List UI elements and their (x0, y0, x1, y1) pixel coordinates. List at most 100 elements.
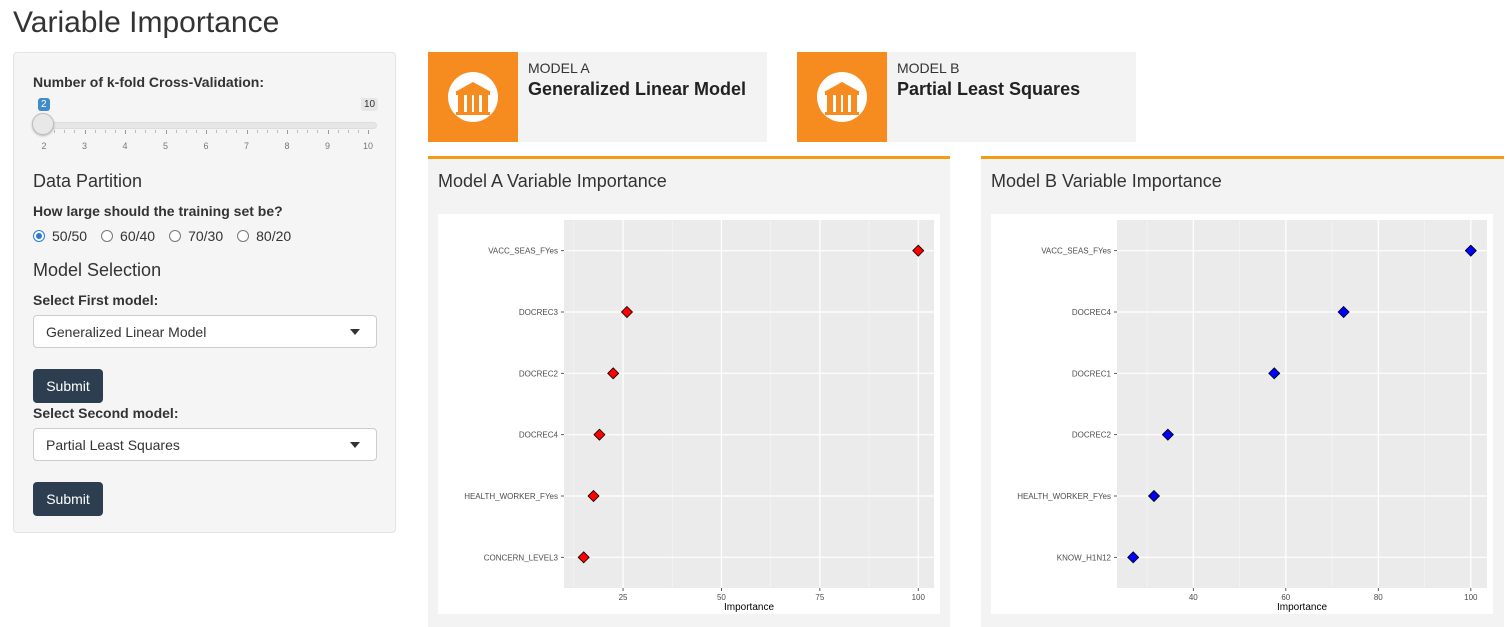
model-a-importance-panel: Model A Variable Importance VACC_SEAS_FY… (428, 156, 950, 627)
x-tick-label: 25 (619, 593, 628, 602)
x-tick-label: 50 (717, 593, 726, 602)
slider-tick (368, 130, 369, 134)
second-model-select[interactable]: Partial Least Squares (33, 428, 377, 461)
y-tick-label: KNOW_H1N12 (1057, 553, 1112, 562)
x-tick-label: 80 (1374, 593, 1383, 602)
slider-tick (165, 130, 167, 134)
y-tick-label: DOCREC4 (519, 431, 559, 440)
submit-first-model-button[interactable]: Submit (33, 369, 103, 403)
slider-tick-label: 10 (362, 141, 374, 151)
model-b-plot-area: VACC_SEAS_FYes DOCREC4 DOCREC1 DOCREC2 HEALT… (991, 214, 1493, 614)
slider-tick-label: 6 (203, 141, 209, 151)
kfold-slider-handle[interactable] (32, 113, 54, 135)
model-b-icon-box (797, 52, 887, 142)
slider-tick (327, 130, 329, 134)
model-selection-heading: Model Selection (33, 260, 162, 280)
slider-value-badge: 2 (38, 98, 50, 111)
slider-minor-tick (104, 130, 106, 133)
x-tick-label: 40 (1189, 593, 1198, 602)
chevron-down-icon (350, 442, 360, 448)
x-axis-label: Importance (724, 602, 774, 613)
model-b-importance-panel: Model B Variable Importance VACC_SEAS_FY… (981, 156, 1504, 627)
model-b-value: Partial Least Squares (897, 79, 1081, 99)
slider-tick-label: 8 (284, 141, 290, 151)
slider-minor-tick (347, 130, 349, 133)
slider-tick-label: 2 (41, 141, 47, 151)
radio-option-80-20[interactable]: 80/20 (237, 228, 291, 244)
slider-minor-tick (276, 130, 278, 133)
kfold-label: Number of k-fold Cross-Validation: (33, 74, 265, 90)
model-b-panel-title: Model B Variable Importance (991, 171, 1222, 191)
radio-label: 80/20 (256, 228, 292, 244)
model-b-infobox: MODEL B Partial Least Squares (797, 52, 1136, 142)
slider-minor-tick (337, 130, 339, 133)
radio-button[interactable] (169, 230, 182, 242)
slider-tick (125, 130, 126, 134)
radio-button[interactable] (33, 230, 45, 242)
radio-label: 50/50 (52, 228, 88, 244)
y-tick-label: VACC_SEAS_FYes (1041, 247, 1111, 256)
y-tick-label: DOCREC2 (1072, 431, 1112, 440)
x-tick-label: 75 (815, 593, 824, 602)
model-b-title: MODEL B (897, 60, 960, 76)
slider-minor-tick (114, 130, 116, 133)
slider-minor-tick (216, 130, 218, 133)
y-tick-label: HEALTH_WORKER_FYes (464, 492, 558, 501)
model-a-infobox: MODEL A Generalized Linear Model (428, 52, 767, 142)
slider-minor-tick (226, 130, 228, 133)
slider-minor-tick (135, 130, 137, 133)
model-a-icon-box (428, 52, 518, 142)
radio-label: 70/30 (188, 228, 224, 244)
slider-tick (287, 130, 288, 134)
radio-button[interactable] (237, 230, 250, 242)
slider-tick (206, 130, 207, 134)
slider-minor-tick (74, 130, 76, 133)
y-tick-label: VACC_SEAS_FYes (488, 247, 558, 256)
first-model-select[interactable]: Generalized Linear Model (33, 315, 377, 348)
second-model-label: Select Second model: (33, 405, 179, 421)
model-a-importance-chart: VACC_SEAS_FYes DOCREC3 DOCREC2 DOCREC4 HEALT… (464, 220, 934, 613)
page-title: Variable Importance (13, 6, 280, 39)
radio-label: 60/40 (120, 228, 156, 244)
model-a-value: Generalized Linear Model (528, 79, 747, 99)
first-model-label: Select First model: (33, 292, 159, 308)
x-tick-label: 60 (1281, 593, 1290, 602)
x-tick-label: 100 (1464, 593, 1478, 602)
second-model-value: Partial Least Squares (46, 437, 180, 453)
radio-option-60-40[interactable]: 60/40 (101, 228, 155, 244)
slider-tick-label: 3 (81, 141, 88, 151)
radio-option-50-50[interactable]: 50/50 (33, 228, 87, 244)
slider-minor-tick (195, 130, 197, 133)
bank-icon (817, 72, 867, 122)
chevron-down-icon (350, 329, 360, 335)
model-a-plot-area: VACC_SEAS_FYes DOCREC3 DOCREC2 DOCREC4 HEALT… (438, 214, 940, 614)
submit-second-model-button[interactable]: Submit (33, 482, 103, 516)
slider-minor-tick (54, 130, 56, 133)
slider-minor-tick (145, 130, 147, 133)
x-tick-label: 100 (912, 593, 926, 602)
plot-panel-background (564, 220, 934, 588)
training-set-label: How large should the training set be? (33, 203, 283, 219)
slider-minor-tick (357, 130, 359, 133)
slider-minor-tick (236, 130, 238, 133)
slider-tick (84, 130, 86, 134)
slider-minor-tick (297, 130, 299, 133)
data-partition-heading: Data Partition (33, 171, 143, 191)
slider-minor-tick (256, 130, 258, 133)
slider-minor-tick (266, 130, 268, 133)
y-tick-label: DOCREC2 (519, 369, 559, 378)
radio-option-70-30[interactable]: 70/30 (169, 228, 223, 244)
kfold-slider-track[interactable] (33, 122, 377, 129)
slider-tick-label: 5 (162, 141, 169, 151)
slider-minor-tick (64, 130, 66, 133)
y-tick-label: HEALTH_WORKER_FYes (1017, 492, 1111, 501)
slider-minor-tick (307, 130, 309, 133)
partition-radio-group: 50/50 60/40 70/30 80/20 (33, 228, 305, 244)
slider-max-badge: 10 (361, 98, 379, 111)
bank-icon (448, 72, 498, 122)
slider-minor-tick (185, 130, 187, 133)
radio-button[interactable] (101, 230, 114, 242)
slider-minor-tick (175, 130, 177, 133)
slider-tick-label: 7 (243, 141, 250, 151)
first-model-value: Generalized Linear Model (46, 324, 207, 340)
